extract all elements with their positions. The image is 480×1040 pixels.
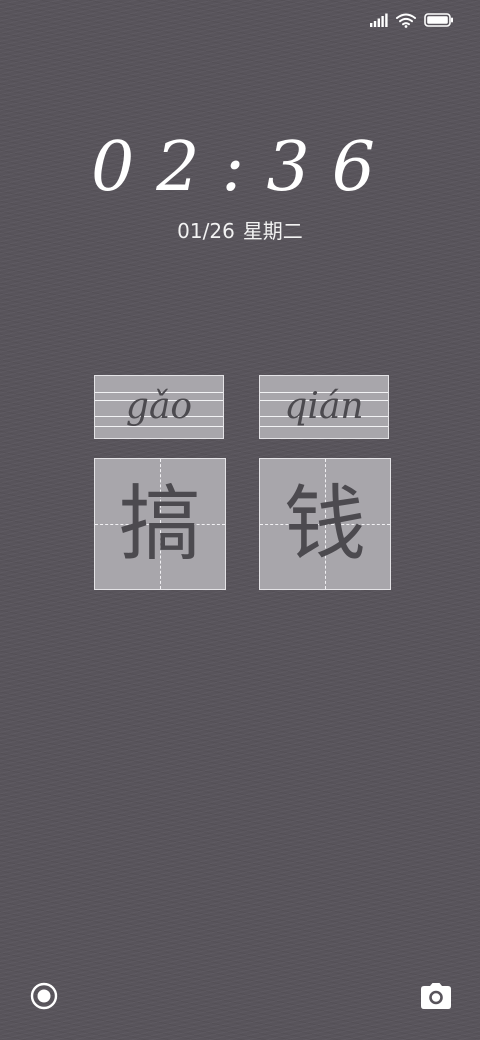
- character-text: 钱: [283, 477, 366, 572]
- date-label: 01/26: [177, 219, 235, 243]
- character-text: 搞: [118, 477, 201, 572]
- pinyin-card-2: qián: [259, 375, 389, 439]
- signal-icon: [370, 13, 388, 27]
- weekday-label: 星期二: [242, 219, 303, 243]
- pinyin-text: qián: [284, 386, 364, 427]
- pinyin-card-1: gǎo: [94, 375, 224, 439]
- camera-icon[interactable]: [420, 982, 452, 1010]
- battery-icon: [424, 13, 453, 27]
- lockscreen-clock: 02:36: [91, 128, 397, 207]
- pinyin-text: gǎo: [125, 386, 193, 427]
- status-bar: [370, 10, 454, 30]
- circle-icon[interactable]: [30, 982, 58, 1010]
- character-card-2: 钱: [259, 458, 391, 590]
- character-card-1: 搞: [94, 458, 226, 590]
- lockscreen-date: 01/26 星期二: [0, 216, 480, 246]
- wifi-icon: [396, 13, 416, 28]
